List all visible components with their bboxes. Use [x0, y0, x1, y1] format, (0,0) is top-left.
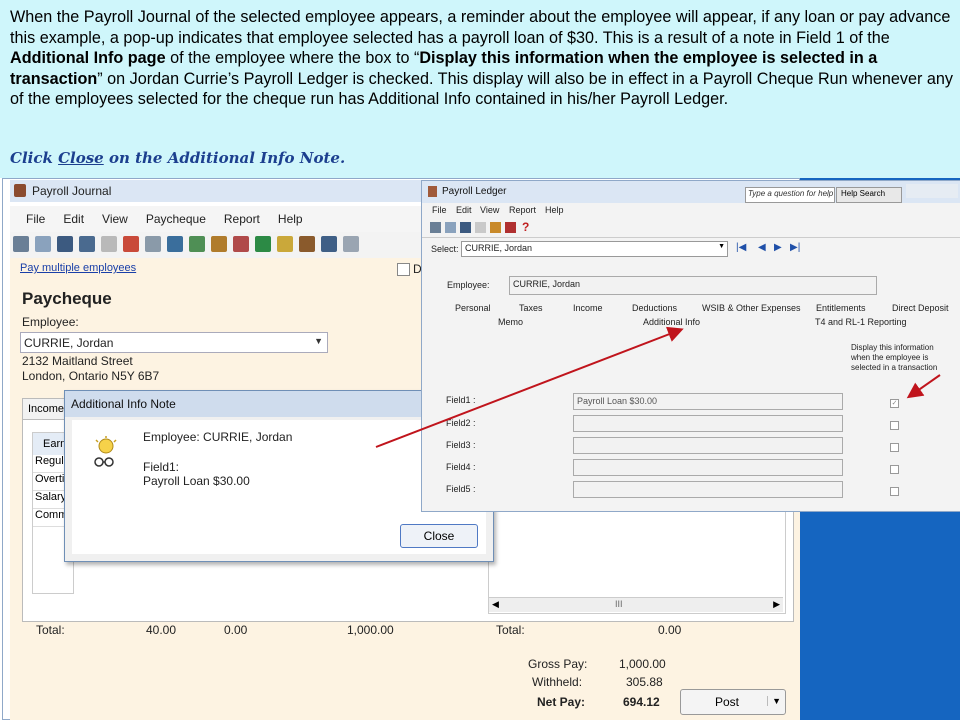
arrow-to-additional-info-tab [375, 326, 684, 448]
annotation-arrows [375, 326, 941, 448]
arrow-to-display-checkbox [906, 374, 941, 399]
